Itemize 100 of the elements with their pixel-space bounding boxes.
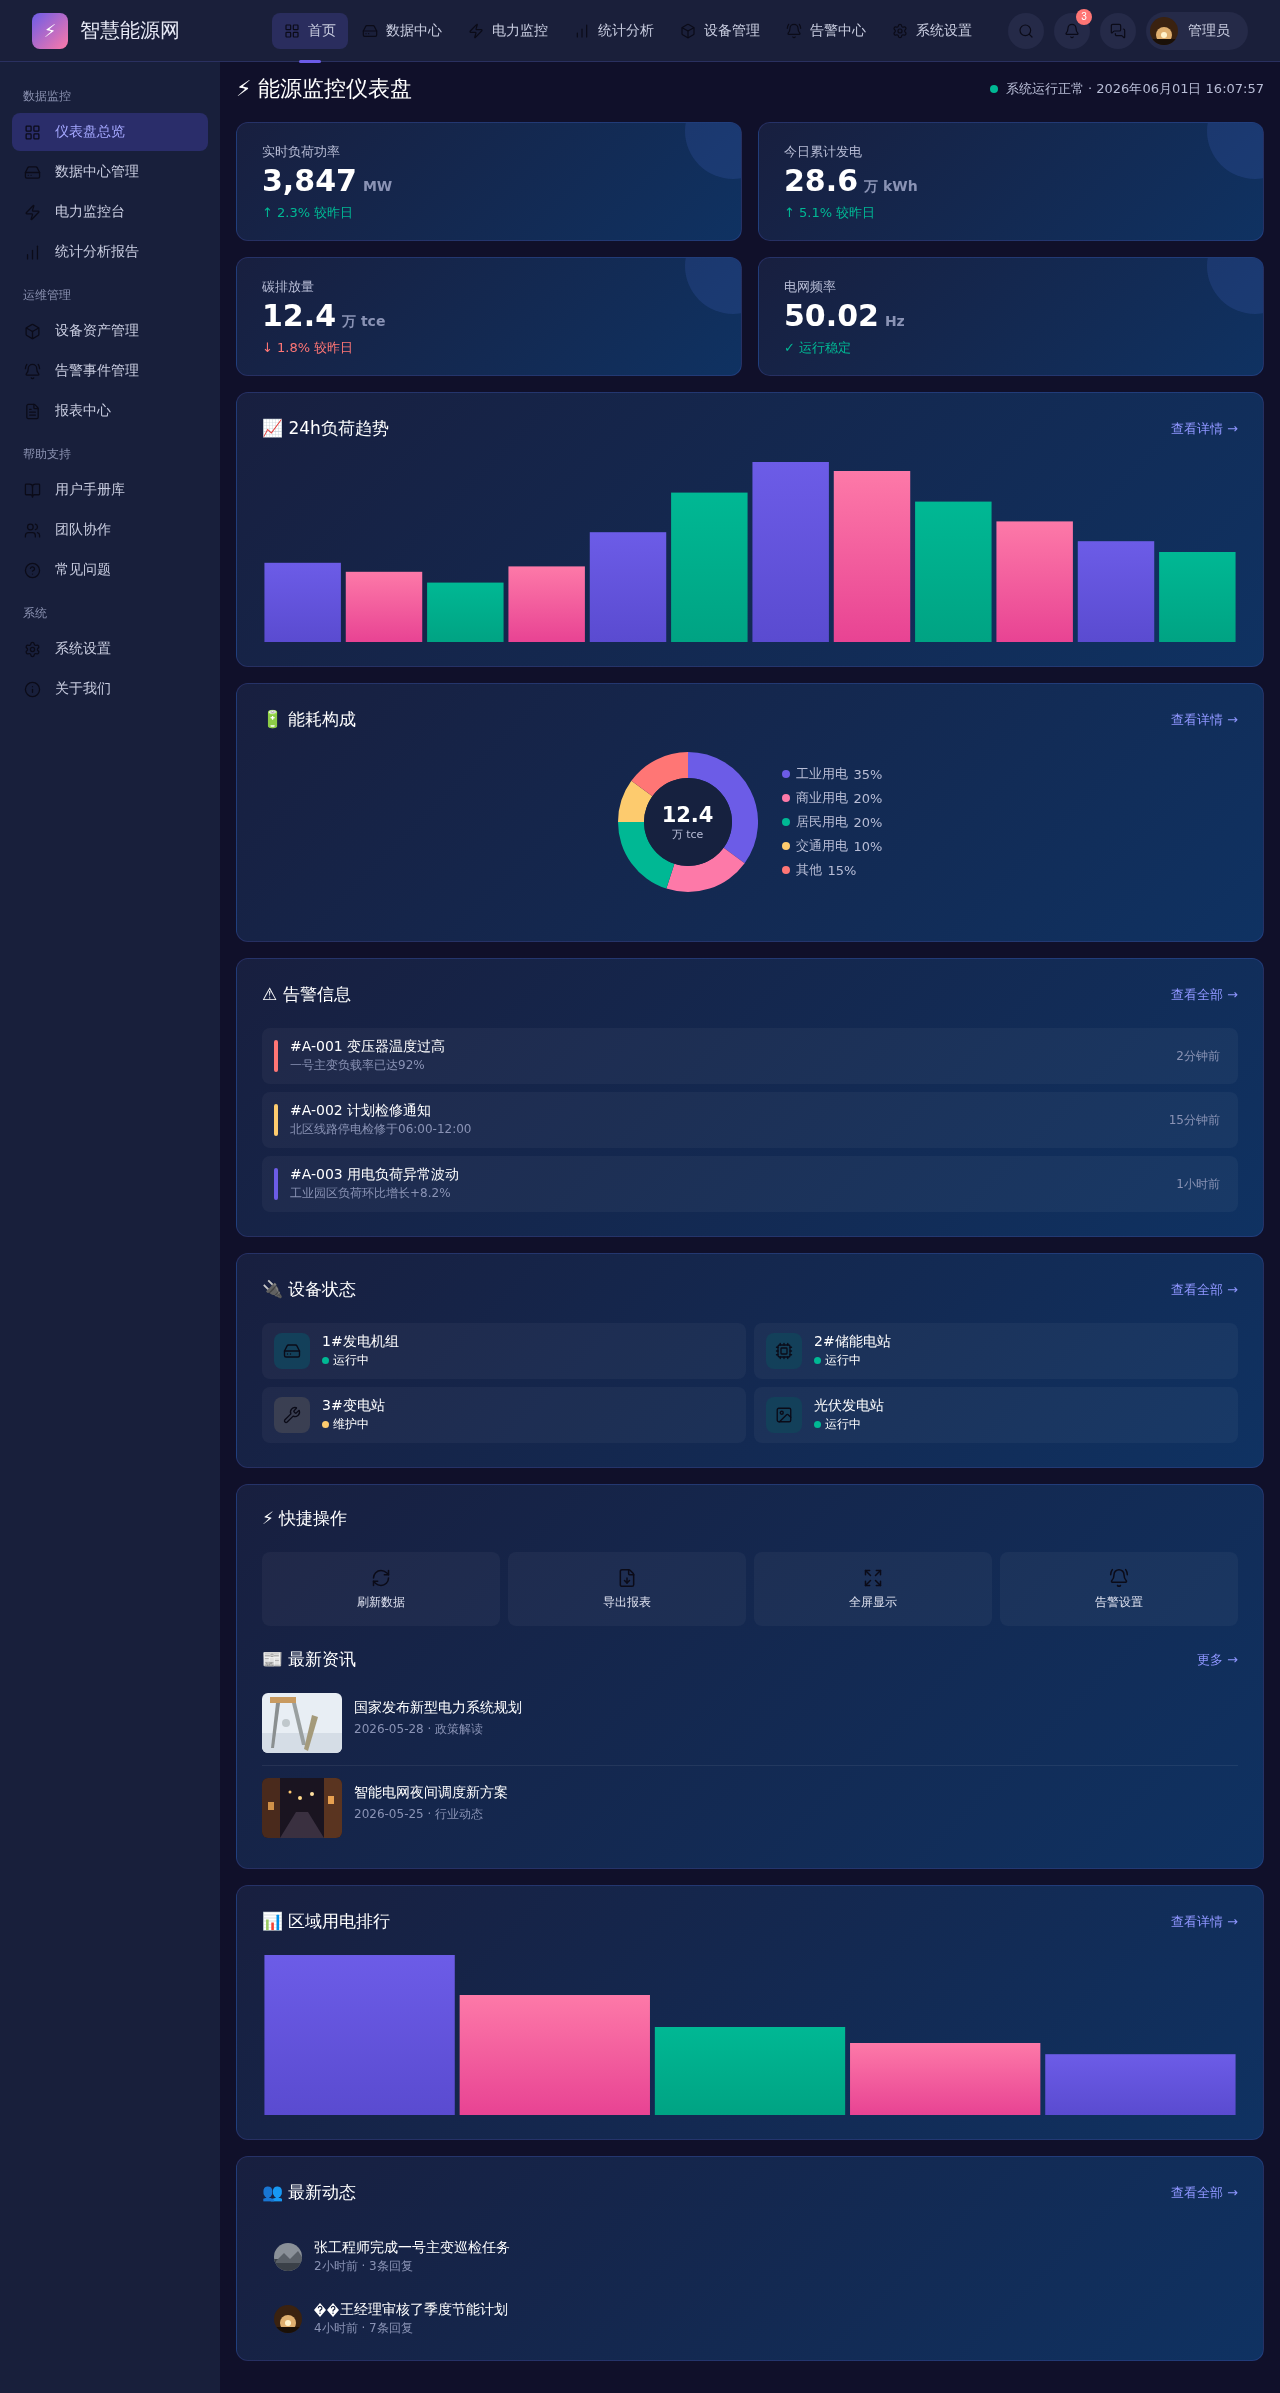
device-item[interactable]: 光伏发电站 运行中: [754, 1387, 1238, 1443]
chip-icon: [766, 1333, 802, 1369]
sidebar-item[interactable]: 系统设置: [12, 630, 208, 668]
logo-icon: ⚡: [32, 12, 68, 49]
card-title: 📈 24h负荷趋势: [262, 417, 389, 440]
donut-center-unit: 万 tce: [671, 826, 704, 842]
nav-tab[interactable]: 告警中心: [774, 12, 878, 49]
card-title: 📊 区域用电排行: [262, 1910, 391, 1933]
card-title: 👥 最新动态: [262, 2181, 357, 2204]
lightning-icon: [24, 203, 41, 221]
cube-icon: [680, 22, 696, 39]
view-more-link[interactable]: 查看详情 →: [1170, 710, 1238, 729]
news-title: 智能电网夜间调度新方案: [354, 1784, 508, 1802]
stat-change: ✓ 运行稳定: [784, 339, 853, 357]
alert-item[interactable]: #A-002 计划检修通知 北区线路停电检修于06:00-12:00 15分钟前: [262, 1092, 1238, 1148]
activity-item[interactable]: 王经理审核了季度节能计划 4小时前 · 7条回复: [262, 2288, 1238, 2350]
bell-icon: [24, 362, 41, 380]
messages-icon: [1110, 22, 1126, 39]
nav-tab[interactable]: 统计分析: [562, 12, 666, 49]
alert-detail: 北区线路停电检修于06:00-12:00: [290, 1121, 473, 1138]
sidebar-item[interactable]: 仪表盘总览: [12, 113, 208, 151]
view-more-link[interactable]: 查看全部 →: [1170, 2183, 1238, 2202]
bar-chart-icon: [24, 243, 41, 261]
news-item[interactable]: 智能电网夜间调度新方案 2026-05-25 · 行业动态: [262, 1766, 1238, 1856]
user-menu[interactable]: 管理员: [1146, 11, 1248, 50]
cube-icon: [24, 322, 41, 340]
alert-title: #A-001 变压器温度过高: [290, 1038, 447, 1056]
drive-icon: [274, 1333, 310, 1369]
alert-item[interactable]: #A-001 变压器温度过高 一号主变负载率已达92% 2分钟前: [262, 1028, 1238, 1084]
alert-time: 2分钟前: [1176, 1047, 1220, 1065]
bell-icon: [786, 22, 802, 39]
bell-icon: [1109, 1567, 1129, 1588]
stat-value: 3,847: [262, 163, 357, 198]
messages-button[interactable]: [1100, 12, 1136, 49]
search-button[interactable]: [1008, 12, 1044, 49]
card-title: ⚡ 快捷操作: [262, 1507, 348, 1530]
sidebar-item[interactable]: 用户手册库: [12, 471, 208, 509]
donut-center-value: 12.4: [661, 802, 714, 827]
bell-icon: [1064, 22, 1080, 39]
news-item[interactable]: 国家发布新型电力系统规划 2026-05-28 · 政策解读: [262, 1693, 1238, 1766]
alert-detail: 一号主变负载率已达92%: [290, 1057, 426, 1074]
device-name: 2#储能电站: [814, 1333, 892, 1351]
view-more-link[interactable]: 更多 →: [1196, 1650, 1238, 1669]
news-title: 国家发布新型电力系统规划: [354, 1699, 522, 1717]
news-meta: 2026-05-28 · 政策解读: [354, 1721, 485, 1738]
activity-item[interactable]: 张工程师完成一号主变巡检任务 2小时前 · 3条回复: [262, 2226, 1238, 2288]
section-title: 帮助支持: [22, 446, 72, 463]
drive-icon: [362, 22, 378, 39]
legend-value: 15%: [827, 862, 857, 878]
sidebar-item[interactable]: 报表中心: [12, 392, 208, 430]
sidebar-item[interactable]: 常见问题: [12, 551, 208, 589]
device-status: 维护中: [333, 1416, 369, 1433]
alert-title: #A-003 用电负荷异常波动: [290, 1166, 461, 1184]
alert-item[interactable]: #A-003 用电负荷异常波动 工业园区负荷环比增长+8.2% 1小时前: [262, 1156, 1238, 1212]
quick-action-button[interactable]: 全屏显示: [754, 1552, 992, 1626]
stat-unit: 万 kWh: [864, 178, 918, 196]
activity-text: 张工程师完成一号主变巡检任务: [314, 2239, 510, 2257]
sidebar-item[interactable]: 电力监控台: [12, 193, 208, 231]
drive-icon: [24, 163, 41, 181]
view-more-link[interactable]: 查看详情 →: [1170, 1912, 1238, 1931]
view-more-link[interactable]: 查看详情 →: [1170, 419, 1238, 438]
nav-tab[interactable]: 数据中心: [350, 12, 454, 49]
quick-action-button[interactable]: 刷新数据: [262, 1552, 500, 1626]
stat-change: ↓ 1.8% 较昨日: [262, 339, 355, 357]
activity-meta: 2小时前 · 3条回复: [314, 2258, 414, 2275]
card-title: 🔌 设备状态: [262, 1278, 357, 1301]
notification-badge: 3: [1076, 8, 1092, 25]
sidebar-item[interactable]: 关于我们: [12, 670, 208, 708]
nav-tab[interactable]: 系统设置: [880, 12, 984, 49]
stat-label: 实时负荷功率: [262, 143, 341, 161]
device-item[interactable]: 1#发电机组 运行中: [262, 1323, 746, 1379]
nav-tab[interactable]: 设备管理: [668, 12, 772, 49]
status-dot: [989, 85, 998, 93]
grid-icon: [284, 22, 300, 39]
device-status: 运行中: [825, 1352, 861, 1369]
stat-label: 今日累计发电: [784, 143, 863, 161]
legend-value: 10%: [853, 838, 883, 854]
stat-value: 28.6: [784, 163, 859, 198]
lightning-icon: [468, 22, 484, 39]
settings-icon: [892, 22, 908, 39]
sidebar-item[interactable]: 团队协作: [12, 511, 208, 549]
nav-tab[interactable]: 电力监控: [456, 12, 560, 49]
view-more-link[interactable]: 查看全部 →: [1170, 985, 1238, 1004]
card-title: ⚠ 告警信息: [262, 983, 351, 1006]
view-more-link[interactable]: 查看全部 →: [1170, 1280, 1238, 1299]
device-name: 光伏发电站: [814, 1397, 885, 1415]
sidebar-item[interactable]: 告警事件管理: [12, 352, 208, 390]
quick-action-button[interactable]: 导出报表: [508, 1552, 746, 1626]
quick-action-button[interactable]: 告警设置: [1000, 1552, 1238, 1626]
card-title: 📰 最新资讯: [262, 1648, 357, 1671]
news-meta: 2026-05-25 · 行业动态: [354, 1806, 485, 1823]
sidebar-item[interactable]: 设备资产管理: [12, 312, 208, 350]
device-item[interactable]: 2#储能电站 运行中: [754, 1323, 1238, 1379]
refresh-icon: [371, 1567, 391, 1588]
device-item[interactable]: 3#变电站 维护中: [262, 1387, 746, 1443]
sidebar-item[interactable]: 统计分析报告: [12, 233, 208, 271]
stat-unit: 万 tce: [342, 313, 386, 331]
search-icon: [1018, 22, 1034, 39]
sidebar-item[interactable]: 数据中心管理: [12, 153, 208, 191]
settings-icon: [24, 640, 41, 658]
